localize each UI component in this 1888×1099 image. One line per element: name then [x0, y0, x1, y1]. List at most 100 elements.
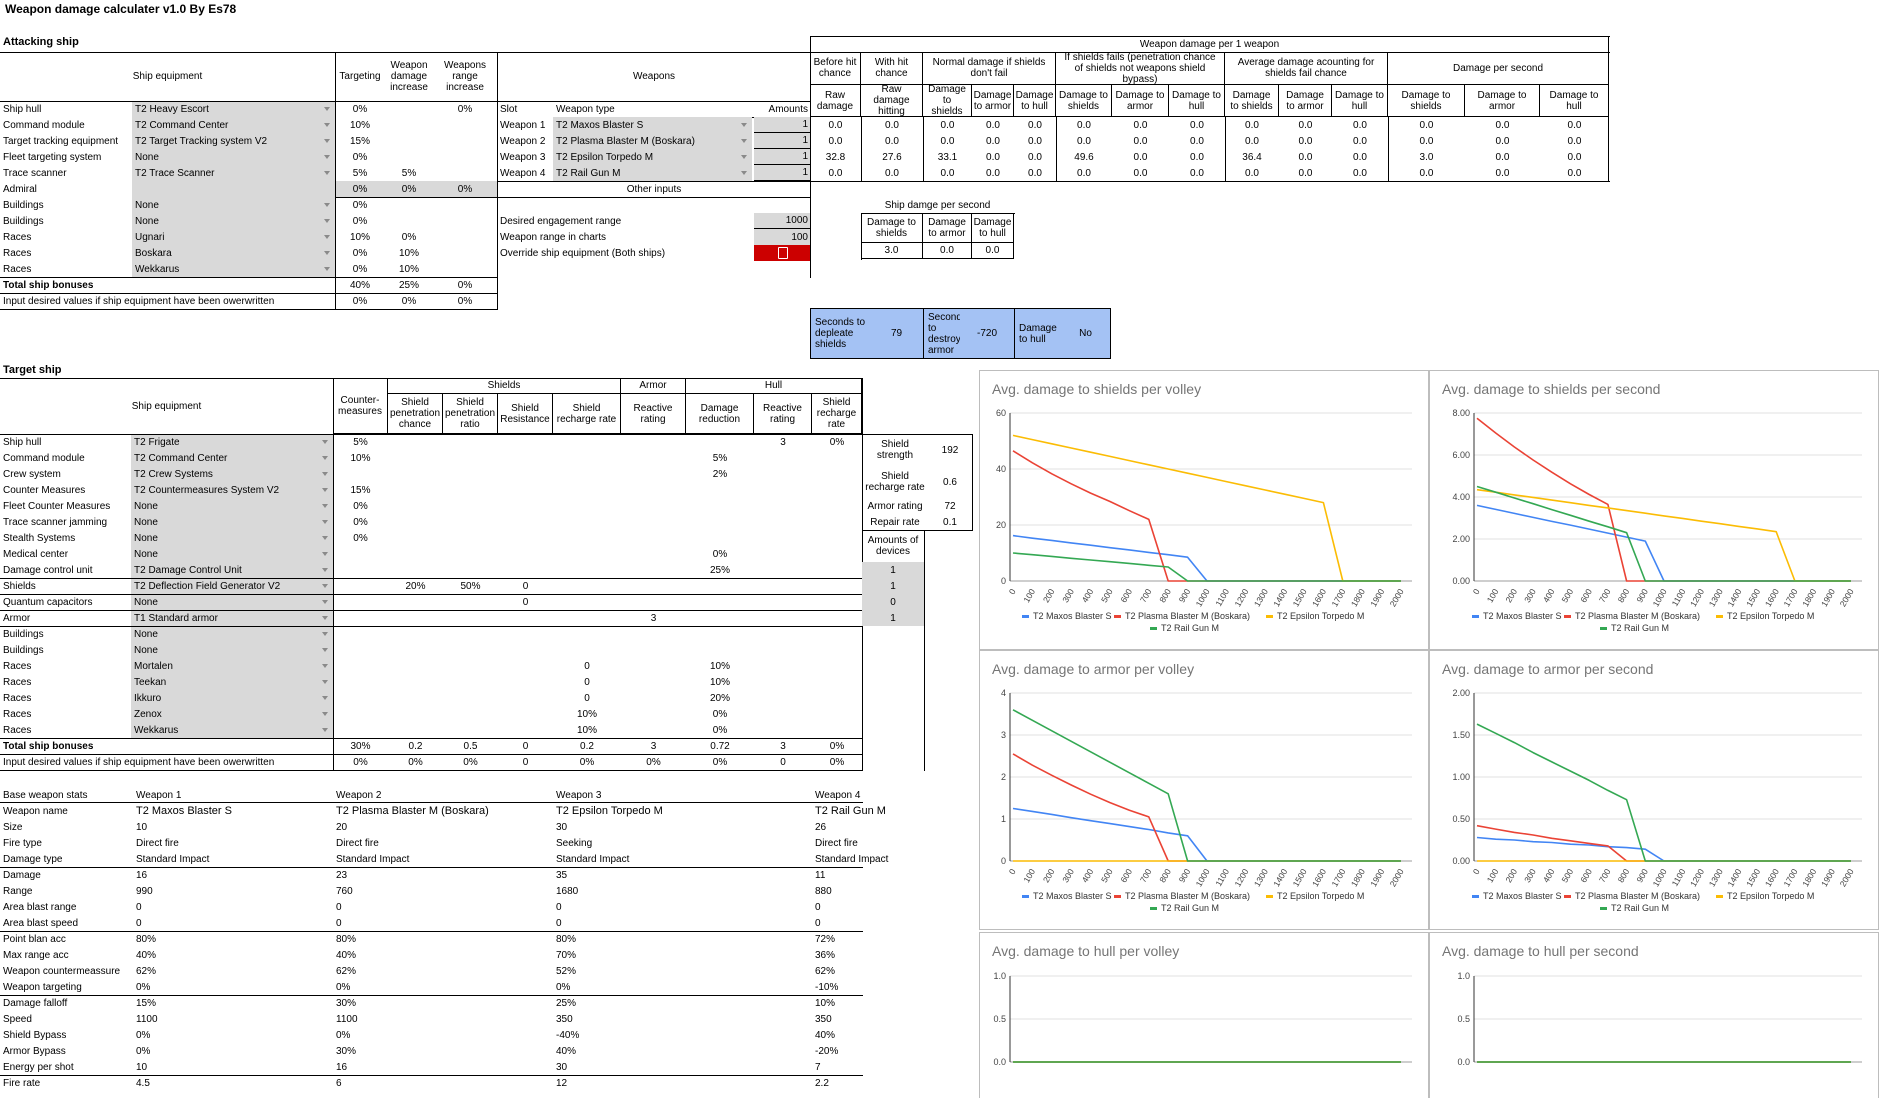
- target-equipment-select[interactable]: T2 Damage Control Unit: [131, 562, 333, 578]
- chevron-down-icon[interactable]: [741, 123, 747, 127]
- device-amount-input[interactable]: 0: [862, 594, 924, 610]
- equipment-select[interactable]: Wekkarus: [132, 261, 335, 277]
- equipment-select[interactable]: None: [132, 197, 335, 213]
- equipment-select[interactable]: T2 Command Center: [132, 117, 335, 133]
- chevron-down-icon[interactable]: [322, 616, 328, 620]
- target-override-value[interactable]: 0%: [812, 754, 862, 770]
- target-bonus-value: [754, 578, 812, 594]
- target-equipment-select[interactable]: T2 Deflection Field Generator V2: [131, 578, 333, 594]
- target-equipment-select[interactable]: None: [131, 546, 333, 562]
- equipment-select[interactable]: Ugnari: [132, 229, 335, 245]
- chevron-down-icon[interactable]: [324, 235, 330, 239]
- chevron-down-icon[interactable]: [322, 552, 328, 556]
- chevron-down-icon[interactable]: [741, 171, 747, 175]
- target-override-value[interactable]: 0: [498, 754, 553, 770]
- grid-line: [497, 197, 811, 198]
- chevron-down-icon[interactable]: [322, 472, 328, 476]
- equipment-value[interactable]: [132, 181, 335, 197]
- equipment-select[interactable]: T2 Trace Scanner: [132, 165, 335, 181]
- target-override-value[interactable]: 0: [754, 754, 812, 770]
- device-amount-input[interactable]: 1: [862, 610, 924, 626]
- weapon-type-select[interactable]: T2 Maxos Blaster S: [553, 117, 752, 133]
- target-equipment-select[interactable]: T2 Frigate: [131, 434, 333, 450]
- target-override-value[interactable]: 0%: [686, 754, 754, 770]
- target-equipment-select[interactable]: None: [131, 530, 333, 546]
- y-tick-label: 0.5: [993, 1014, 1006, 1024]
- target-equipment-select[interactable]: None: [131, 514, 333, 530]
- chevron-down-icon[interactable]: [322, 440, 328, 444]
- chevron-down-icon[interactable]: [322, 728, 328, 732]
- weapon-amount-input[interactable]: 1: [754, 165, 811, 181]
- chevron-down-icon[interactable]: [322, 632, 328, 636]
- target-equipment-select[interactable]: None: [131, 626, 333, 642]
- chevron-down-icon[interactable]: [322, 584, 328, 588]
- weapon-type-select[interactable]: T2 Epsilon Torpedo M: [553, 149, 752, 165]
- override-range[interactable]: 0%: [433, 293, 497, 309]
- override-targeting[interactable]: 0%: [335, 293, 385, 309]
- target-equipment-select[interactable]: Zenox: [131, 706, 333, 722]
- legend-label: T2 Rail Gun M: [1611, 903, 1669, 913]
- chevron-down-icon[interactable]: [324, 251, 330, 255]
- chevron-down-icon[interactable]: [324, 123, 330, 127]
- chevron-down-icon[interactable]: [322, 712, 328, 716]
- chevron-down-icon[interactable]: [322, 648, 328, 652]
- device-amount-input[interactable]: 1: [862, 562, 924, 578]
- target-override-value[interactable]: 0%: [621, 754, 686, 770]
- weapon-amount-input[interactable]: 1: [754, 149, 811, 165]
- target-equipment-select[interactable]: Ikkuro: [131, 690, 333, 706]
- target-equipment-select[interactable]: Teekan: [131, 674, 333, 690]
- chevron-down-icon[interactable]: [322, 536, 328, 540]
- device-amount-input[interactable]: 1: [862, 578, 924, 594]
- checkbox-icon[interactable]: [777, 247, 788, 259]
- target-equipment-select[interactable]: None: [131, 642, 333, 658]
- chevron-down-icon[interactable]: [741, 155, 747, 159]
- grid-line: [861, 213, 862, 260]
- target-equipment-select[interactable]: T2 Command Center: [131, 450, 333, 466]
- chevron-down-icon[interactable]: [324, 203, 330, 207]
- target-equipment-select[interactable]: Mortalen: [131, 658, 333, 674]
- chevron-down-icon[interactable]: [322, 568, 328, 572]
- chevron-down-icon[interactable]: [322, 488, 328, 492]
- engagement-range-input[interactable]: 1000: [754, 213, 811, 229]
- override-equipment-checkbox[interactable]: [754, 245, 811, 261]
- stats-value: 80%: [136, 933, 157, 945]
- target-equipment-select[interactable]: None: [131, 498, 333, 514]
- chevron-down-icon[interactable]: [322, 696, 328, 700]
- equipment-select[interactable]: None: [132, 213, 335, 229]
- weapon-type-select[interactable]: T2 Rail Gun M: [553, 165, 752, 181]
- target-override-value[interactable]: 0%: [553, 754, 621, 770]
- grid-line: [923, 308, 924, 359]
- chevron-down-icon[interactable]: [324, 107, 330, 111]
- weapon-amount-input[interactable]: 1: [754, 133, 811, 149]
- chevron-down-icon[interactable]: [322, 456, 328, 460]
- target-equipment-select[interactable]: None: [131, 594, 333, 610]
- chevron-down-icon[interactable]: [322, 664, 328, 668]
- target-override-value[interactable]: 0%: [388, 754, 443, 770]
- damage-subheader: Damage to hull: [1169, 85, 1225, 117]
- chevron-down-icon[interactable]: [324, 267, 330, 271]
- chevron-down-icon[interactable]: [322, 600, 328, 604]
- chevron-down-icon[interactable]: [324, 139, 330, 143]
- target-override-value[interactable]: 0%: [443, 754, 498, 770]
- chevron-down-icon[interactable]: [324, 171, 330, 175]
- chevron-down-icon[interactable]: [741, 139, 747, 143]
- target-equipment-select[interactable]: T2 Countermeasures System V2: [131, 482, 333, 498]
- target-equipment-select[interactable]: T2 Crew Systems: [131, 466, 333, 482]
- equipment-select[interactable]: Boskara: [132, 245, 335, 261]
- weapon-amount-input[interactable]: 1: [754, 117, 811, 133]
- target-override-value[interactable]: 0%: [333, 754, 388, 770]
- target-equipment-select[interactable]: T1 Standard armor: [131, 610, 333, 626]
- chevron-down-icon[interactable]: [324, 219, 330, 223]
- equipment-select[interactable]: T2 Heavy Escort: [132, 101, 335, 117]
- chevron-down-icon[interactable]: [322, 520, 328, 524]
- chevron-down-icon[interactable]: [322, 680, 328, 684]
- target-bonus-value: [812, 722, 862, 738]
- equipment-select[interactable]: T2 Target Tracking system V2: [132, 133, 335, 149]
- chart-range-input[interactable]: 100: [754, 229, 811, 245]
- override-damage[interactable]: 0%: [385, 293, 433, 309]
- chevron-down-icon[interactable]: [324, 155, 330, 159]
- target-equipment-select[interactable]: Wekkarus: [131, 722, 333, 738]
- equipment-select[interactable]: None: [132, 149, 335, 165]
- chevron-down-icon[interactable]: [322, 504, 328, 508]
- weapon-type-select[interactable]: T2 Plasma Blaster M (Boskara): [553, 133, 752, 149]
